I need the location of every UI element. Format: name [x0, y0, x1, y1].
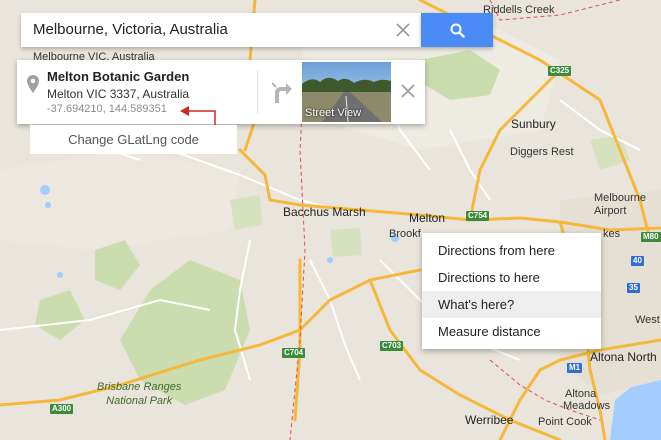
menu-item-directions-to-here[interactable]: Directions to here — [422, 264, 601, 291]
context-menu: Directions from here Directions to here … — [422, 233, 601, 349]
annotation-label: Change GLatLng code — [30, 125, 237, 154]
menu-item-directions-from-here[interactable]: Directions from here — [422, 237, 601, 264]
annotation-arrow — [180, 106, 216, 125]
menu-item-measure-distance[interactable]: Measure distance — [422, 318, 601, 345]
menu-item-whats-here[interactable]: What's here? — [422, 291, 601, 318]
